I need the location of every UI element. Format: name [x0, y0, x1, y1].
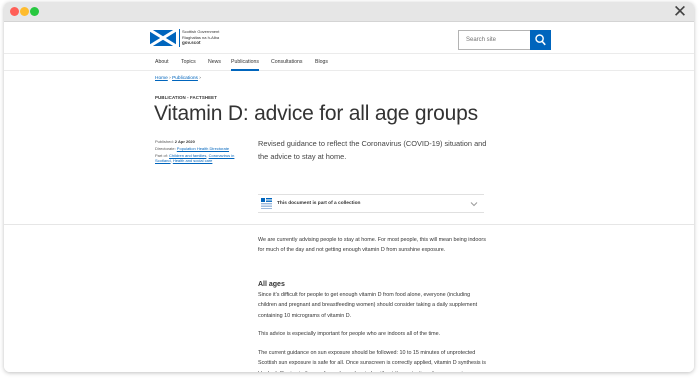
part-of-row: Part of: Children and families, Coronavi…: [155, 153, 247, 164]
logo-line-1: Scottish Government: [182, 29, 220, 34]
nav-item-news[interactable]: News: [208, 58, 221, 71]
publication-summary: Revised guidance to reflect the Coronavi…: [258, 139, 487, 161]
directorate-label: Directorate:: [155, 145, 177, 151]
saltire-flag-icon: [150, 30, 176, 46]
breadcrumb-separator: ›: [197, 76, 201, 81]
nav-item-publications[interactable]: Publications: [231, 58, 259, 71]
content-paragraph: We are currently advising people to stay…: [258, 237, 486, 254]
nav-item-consultations[interactable]: Consultations: [271, 58, 302, 71]
section-heading-all-ages: All ages: [258, 281, 285, 288]
breadcrumb: Home › Publications ›: [155, 76, 201, 81]
site-logo[interactable]: Scottish Government Riaghaltas na h-Alba…: [150, 28, 232, 48]
directorate-link[interactable]: Population Health Directorate: [177, 146, 229, 151]
nav-item-blogs[interactable]: Blogs: [315, 58, 328, 71]
window-minimize-dot[interactable]: [20, 7, 29, 16]
search-icon: [535, 34, 546, 46]
browser-window: ✕ Scottish Government Riaghaltas na h-Al…: [4, 2, 694, 372]
breadcrumb-home-link[interactable]: Home: [155, 76, 168, 81]
nav-item-topics[interactable]: Topics: [181, 58, 196, 71]
window-maximize-dot[interactable]: [30, 7, 39, 16]
search-button[interactable]: [530, 30, 551, 50]
main-navigation: About Topics News Publications Consultat…: [4, 55, 694, 71]
nav-item-about[interactable]: About: [155, 58, 169, 71]
published-date-row: Published: 2 Apr 2020: [155, 139, 247, 144]
logo-wordmark: Scottish Government Riaghaltas na h-Alba…: [182, 29, 219, 46]
topic-link-health-social-care[interactable]: Health and social care: [173, 158, 213, 163]
logo-divider: [179, 29, 180, 47]
page-title: Vitamin D: advice for all age groups: [154, 102, 478, 125]
site-header: Scottish Government Riaghaltas na h-Alba…: [4, 22, 694, 54]
collection-accordion[interactable]: This document is part of a collection: [258, 194, 484, 213]
content-paragraph: Since it's difficult for people to get e…: [258, 292, 478, 319]
collection-label: This document is part of a collection: [277, 201, 361, 206]
chevron-down-icon: [470, 202, 478, 207]
window-close-dot[interactable]: [10, 7, 19, 16]
publication-type-label: PUBLICATION - FACTSHEET: [155, 95, 217, 100]
web-page: Scottish Government Riaghaltas na h-Alba…: [4, 22, 694, 372]
collection-icon: [261, 198, 272, 209]
part-of-label: Part of:: [155, 152, 170, 158]
directorate-row: Directorate: Population Health Directora…: [155, 146, 247, 151]
breadcrumb-publications-link[interactable]: Publications: [172, 76, 198, 81]
close-icon[interactable]: ✕: [672, 2, 688, 22]
topic-link-children-families[interactable]: Children and families: [169, 153, 206, 158]
published-date: 2 Apr 2020: [174, 139, 195, 144]
content-paragraph: This advice is especially important for …: [258, 331, 441, 337]
search-input[interactable]: Search site: [458, 30, 530, 50]
section-divider: [4, 224, 694, 225]
content-paragraph: The current guidance on sun exposure sho…: [258, 350, 487, 372]
publication-metadata: Published: 2 Apr 2020 Directorate: Popul…: [155, 139, 247, 165]
logo-line-3: gov.scot: [182, 40, 201, 45]
published-label: Published:: [155, 139, 175, 144]
window-titlebar: ✕: [4, 2, 694, 22]
